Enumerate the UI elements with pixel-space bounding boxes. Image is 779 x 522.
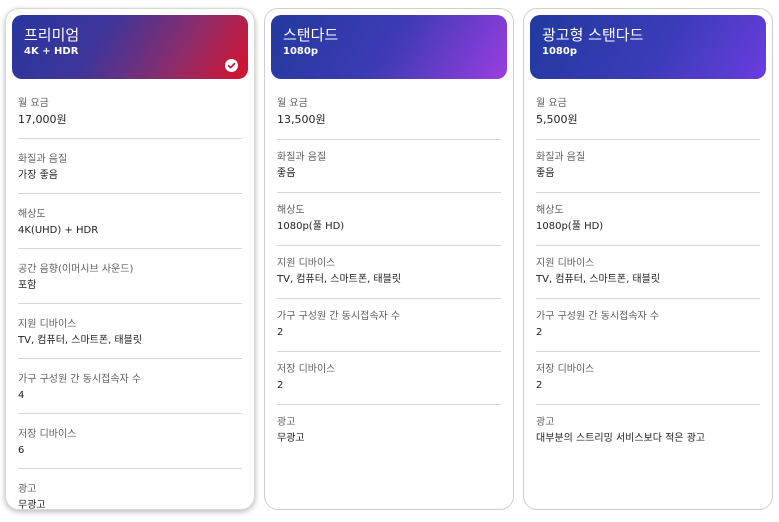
feature-label: 해상도 (18, 209, 46, 220)
feature-value: 1080p(풀 HD) (536, 221, 604, 232)
feature-value: TV, 컴퓨터, 스마트폰, 태블릿 (536, 274, 661, 285)
plan-quality: 4K + HDR (24, 46, 79, 57)
feature-label: 지원 디바이스 (536, 258, 595, 269)
feature-monthly-price: 월 요금 5,500원 (536, 97, 760, 140)
feature-value: 좋음 (536, 168, 555, 179)
feature-concurrent-streams: 가구 구성원 간 동시접속자 수 4 (18, 373, 242, 414)
feature-ads: 광고 무광고 (277, 416, 501, 457)
feature-label: 저장 디바이스 (18, 429, 77, 440)
feature-concurrent-streams: 가구 구성원 간 동시접속자 수 2 (536, 310, 760, 352)
feature-devices: 지원 디바이스 TV, 컴퓨터, 스마트폰, 태블릿 (18, 318, 242, 359)
feature-value: 대부분의 스트리밍 서비스보다 적은 광고 (536, 433, 706, 444)
feature-download-devices: 저장 디바이스 2 (277, 363, 501, 405)
feature-value: TV, 컴퓨터, 스마트폰, 태블릿 (277, 274, 402, 285)
feature-value: 17,000원 (18, 113, 67, 126)
feature-label: 지원 디바이스 (277, 258, 336, 269)
plan-selector: 프리미엄 4K + HDR 월 요금 17,000원 화질과 음질 가장 좋음 … (0, 0, 779, 522)
feature-value: 2 (277, 380, 284, 391)
feature-label: 저장 디바이스 (277, 364, 336, 375)
plan-card-standard[interactable]: 스탠다드 1080p 월 요금 13,500원 화질과 음질 좋음 해상도 10… (264, 8, 514, 510)
feature-list: 월 요금 13,500원 화질과 음질 좋음 해상도 1080p(풀 HD) 지… (265, 79, 513, 457)
feature-list: 월 요금 5,500원 화질과 음질 좋음 해상도 1080p(풀 HD) 지원… (524, 79, 772, 457)
feature-label: 지원 디바이스 (18, 319, 77, 330)
feature-download-devices: 저장 디바이스 6 (18, 428, 242, 469)
feature-resolution: 해상도 1080p(풀 HD) (536, 204, 760, 246)
feature-devices: 지원 디바이스 TV, 컴퓨터, 스마트폰, 태블릿 (277, 257, 501, 299)
feature-value: TV, 컴퓨터, 스마트폰, 태블릿 (18, 335, 143, 346)
feature-label: 화질과 음질 (277, 152, 327, 163)
feature-download-devices: 저장 디바이스 2 (536, 363, 760, 405)
feature-label: 월 요금 (536, 98, 567, 109)
feature-label: 월 요금 (18, 98, 49, 109)
plan-quality: 1080p (542, 46, 577, 57)
feature-resolution: 해상도 1080p(풀 HD) (277, 204, 501, 246)
feature-value: 5,500원 (536, 113, 578, 126)
plan-name: 스탠다드 (283, 26, 339, 44)
feature-label: 화질과 음질 (536, 152, 586, 163)
feature-label: 공간 음향(이머시브 사운드) (18, 264, 134, 275)
feature-label: 가구 구성원 간 동시접속자 수 (277, 311, 401, 322)
feature-label: 월 요금 (277, 98, 308, 109)
feature-label: 해상도 (536, 205, 564, 216)
plan-card-premium[interactable]: 프리미엄 4K + HDR 월 요금 17,000원 화질과 음질 가장 좋음 … (5, 8, 255, 511)
feature-label: 가구 구성원 간 동시접속자 수 (18, 374, 142, 385)
feature-ads: 광고 대부분의 스트리밍 서비스보다 적은 광고 (536, 416, 760, 457)
feature-value: 가장 좋음 (18, 170, 58, 181)
feature-label: 화질과 음질 (18, 154, 68, 165)
feature-value: 2 (536, 380, 543, 391)
plan-header-premium[interactable]: 프리미엄 4K + HDR (12, 15, 248, 79)
feature-value: 2 (277, 327, 284, 338)
feature-value: 무광고 (277, 433, 305, 444)
feature-label: 광고 (18, 484, 37, 495)
feature-value: 좋음 (277, 168, 296, 179)
check-circle-icon (225, 59, 238, 72)
feature-value: 포함 (18, 280, 37, 291)
feature-quality: 화질과 음질 좋음 (536, 151, 760, 193)
plan-header-standard[interactable]: 스탠다드 1080p (271, 15, 507, 79)
feature-value: 4K(UHD) + HDR (18, 225, 99, 236)
plan-header-standard-with-ads[interactable]: 광고형 스탠다드 1080p (530, 15, 766, 79)
feature-resolution: 해상도 4K(UHD) + HDR (18, 208, 242, 249)
feature-label: 광고 (536, 417, 555, 428)
feature-list: 월 요금 17,000원 화질과 음질 가장 좋음 해상도 4K(UHD) + … (6, 79, 254, 522)
plan-quality: 1080p (283, 46, 318, 57)
feature-value: 1080p(풀 HD) (277, 221, 345, 232)
feature-value: 4 (18, 390, 25, 401)
plan-name: 광고형 스탠다드 (542, 26, 644, 44)
feature-quality: 화질과 음질 좋음 (277, 151, 501, 193)
feature-label: 광고 (277, 417, 296, 428)
feature-value: 무광고 (18, 500, 46, 511)
feature-value: 6 (18, 445, 25, 456)
feature-monthly-price: 월 요금 17,000원 (18, 97, 242, 139)
feature-value: 2 (536, 327, 543, 338)
feature-label: 가구 구성원 간 동시접속자 수 (536, 311, 660, 322)
feature-value: 13,500원 (277, 113, 326, 126)
feature-label: 해상도 (277, 205, 305, 216)
feature-spatial-audio: 공간 음향(이머시브 사운드) 포함 (18, 263, 242, 304)
plan-name: 프리미엄 (24, 26, 80, 44)
feature-monthly-price: 월 요금 13,500원 (277, 97, 501, 140)
feature-label: 저장 디바이스 (536, 364, 595, 375)
feature-concurrent-streams: 가구 구성원 간 동시접속자 수 2 (277, 310, 501, 352)
feature-ads: 광고 무광고 (18, 483, 242, 522)
plan-card-standard-with-ads[interactable]: 광고형 스탠다드 1080p 월 요금 5,500원 화질과 음질 좋음 해상도… (523, 8, 773, 510)
feature-quality: 화질과 음질 가장 좋음 (18, 153, 242, 194)
feature-devices: 지원 디바이스 TV, 컴퓨터, 스마트폰, 태블릿 (536, 257, 760, 299)
